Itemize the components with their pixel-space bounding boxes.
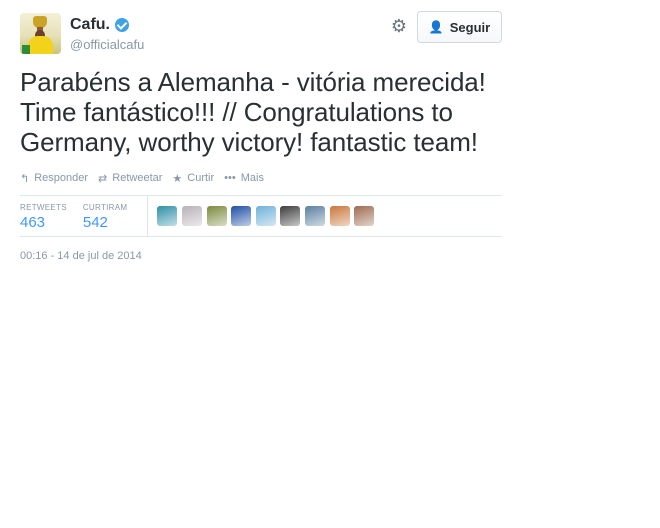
reply-icon: ↰ xyxy=(20,172,30,185)
likes-label: CURTIRAM xyxy=(82,203,128,212)
liker-avatar[interactable] xyxy=(280,206,301,226)
liker-avatar[interactable] xyxy=(304,206,325,226)
stats-divider xyxy=(147,195,149,237)
tweet-timestamp[interactable]: 00:16 - 14 de jul de 2014 xyxy=(20,250,502,262)
liker-avatar[interactable] xyxy=(206,206,227,226)
liker-avatars xyxy=(157,206,378,226)
liker-avatar[interactable] xyxy=(255,206,276,226)
retweet-button[interactable]: ⇄ Retweetar xyxy=(98,172,162,185)
tweet-text: Parabéns a Alemanha - vitória merecida! … xyxy=(20,67,486,157)
liker-avatar[interactable] xyxy=(181,206,202,226)
tweet-actions: ↰ Responder ⇄ Retweetar ★ Curtir ••• Mai… xyxy=(20,170,502,186)
likes-stat[interactable]: CURTIRAM 542 xyxy=(83,201,127,231)
retweets-label: RETWEETS xyxy=(20,203,67,212)
more-button[interactable]: ••• Mais xyxy=(224,172,264,184)
follow-button[interactable]: 👤 Seguir xyxy=(417,11,502,43)
likes-count: 542 xyxy=(82,214,108,231)
liker-avatar[interactable] xyxy=(354,206,375,226)
user-names: Cafu. @officialcafu xyxy=(70,16,144,52)
liker-avatar[interactable] xyxy=(329,206,350,226)
full-name-text[interactable]: Cafu. xyxy=(70,16,110,34)
verified-badge-icon xyxy=(115,18,129,32)
gear-icon[interactable]: ⚙ xyxy=(390,17,408,35)
retweets-stat[interactable]: RETWEETS 463 xyxy=(20,201,67,231)
retweet-icon: ⇄ xyxy=(98,172,108,185)
user-avatar[interactable] xyxy=(20,13,61,54)
user-full-name[interactable]: Cafu. xyxy=(70,16,129,34)
tweet-stats: RETWEETS 463 CURTIRAM 542 xyxy=(20,195,502,237)
follow-button-label: Seguir xyxy=(449,19,491,35)
retweet-label: Retweetar xyxy=(112,172,163,184)
reply-label: Responder xyxy=(34,172,89,184)
star-icon: ★ xyxy=(172,172,183,185)
liker-avatar[interactable] xyxy=(231,206,252,226)
more-icon: ••• xyxy=(224,172,236,184)
retweets-count: 463 xyxy=(20,214,46,231)
like-button[interactable]: ★ Curtir xyxy=(172,172,214,185)
liker-avatar[interactable] xyxy=(157,206,178,226)
tweet-card: Cafu. @officialcafu ⚙ 👤 Seguir Parabéns … xyxy=(20,11,502,262)
user-screen-name[interactable]: @officialcafu xyxy=(70,37,144,52)
like-label: Curtir xyxy=(187,172,215,184)
add-user-icon: 👤 xyxy=(428,20,444,34)
more-label: Mais xyxy=(240,172,264,184)
reply-button[interactable]: ↰ Responder xyxy=(20,172,88,185)
tweet-header: Cafu. @officialcafu ⚙ 👤 Seguir xyxy=(20,11,502,58)
